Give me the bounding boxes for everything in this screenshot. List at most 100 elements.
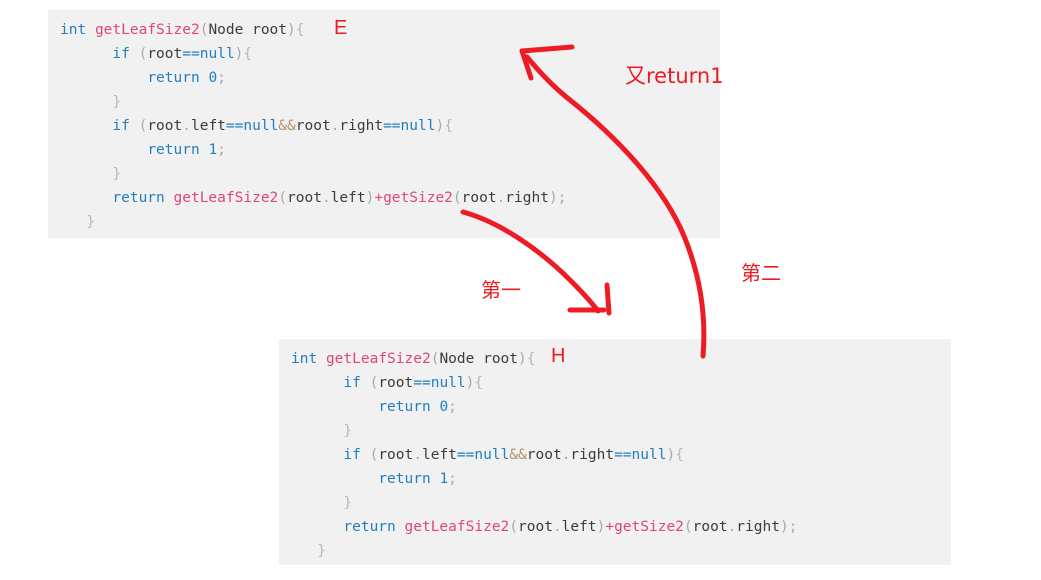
code-token: . (727, 519, 737, 535)
code-token: root (692, 519, 728, 535)
code-token: null (631, 447, 667, 463)
code-token: ( (452, 190, 462, 206)
code-token: ; (448, 399, 457, 415)
code-token: ( (278, 190, 288, 206)
code-panel-bottom: int getLeafSize2(Node root){ if (root==n… (279, 339, 951, 565)
code-token: null (430, 375, 466, 391)
code-lines-bottom: int getLeafSize2(Node root){ if (root==n… (279, 339, 951, 563)
code-token: ; (217, 142, 226, 158)
code-token: root (378, 375, 414, 391)
code-token: } (343, 495, 353, 511)
code-token: left (330, 190, 366, 206)
annotation-return-again: 又return1 (625, 64, 724, 88)
code-token: return (378, 471, 431, 487)
code-line: } (279, 419, 951, 443)
code-token: root (295, 118, 331, 134)
code-token: } (112, 94, 122, 110)
code-token: } (343, 423, 353, 439)
code-line: } (48, 210, 720, 234)
code-token: 1 (208, 142, 218, 158)
code-token: left (190, 118, 226, 134)
code-token: { (675, 447, 684, 463)
code-line: if (root.left==null&&root.right==null){ (48, 114, 720, 138)
code-token: getLeafSize2 (173, 190, 279, 206)
code-token: . (496, 190, 506, 206)
code-token: Node (208, 22, 244, 38)
code-token: { (444, 118, 453, 134)
code-panel-top: int getLeafSize2(Node root){ if (root==n… (48, 10, 720, 238)
code-token: if (112, 46, 130, 62)
code-token: == (182, 46, 200, 62)
code-token: return (147, 142, 200, 158)
code-line: int getLeafSize2(Node root){ (279, 347, 951, 371)
code-token: { (526, 351, 536, 367)
code-token: getLeafSize2 (325, 351, 431, 367)
code-token: ) (287, 22, 296, 38)
code-token: if (343, 447, 361, 463)
code-token: { (243, 46, 253, 62)
code-token: 0 (208, 70, 218, 86)
annotation-label-h: H (551, 345, 566, 367)
code-token: getLeafSize2 (404, 519, 510, 535)
code-line: return 1; (48, 138, 720, 162)
annotation-second: 第二 (741, 261, 781, 285)
code-token: + (605, 519, 615, 535)
code-token: root (147, 46, 183, 62)
code-token: root (483, 351, 519, 367)
code-line: return getLeafSize2(root.left)+getSize2(… (48, 186, 720, 210)
code-line: if (root==null){ (48, 42, 720, 66)
code-token: + (374, 190, 384, 206)
code-token: } (112, 166, 122, 182)
code-token: Node (439, 351, 475, 367)
code-token: null (243, 118, 279, 134)
code-line: if (root==null){ (279, 371, 951, 395)
code-token: right (339, 118, 384, 134)
code-token: ) (666, 447, 676, 463)
code-token: root (287, 190, 322, 206)
code-token: == (614, 447, 632, 463)
code-token: { (295, 22, 305, 38)
code-token: root (526, 447, 562, 463)
code-token: null (474, 447, 510, 463)
code-token: if (112, 118, 130, 134)
code-line: return 0; (48, 66, 720, 90)
code-token: && (278, 118, 296, 134)
code-line: return getLeafSize2(root.left)+getSize2(… (279, 515, 951, 539)
code-line: } (279, 539, 951, 563)
code-token: ) (548, 190, 558, 206)
code-token: == (413, 375, 431, 391)
code-token: right (736, 519, 780, 535)
code-token: root (147, 118, 183, 134)
code-line: return 0; (279, 395, 951, 419)
code-token: null (199, 46, 235, 62)
annotation-first: 第一 (481, 278, 521, 302)
code-line: return 1; (279, 467, 951, 491)
code-token: return (343, 519, 396, 535)
code-token: getLeafSize2 (94, 22, 200, 38)
code-token: root (378, 447, 414, 463)
code-token: . (182, 118, 191, 134)
code-line: } (279, 491, 951, 515)
code-token: == (456, 447, 475, 463)
code-token: ; (217, 70, 226, 86)
code-token: . (552, 519, 562, 535)
code-token: ( (683, 519, 693, 535)
code-line: } (48, 162, 720, 186)
